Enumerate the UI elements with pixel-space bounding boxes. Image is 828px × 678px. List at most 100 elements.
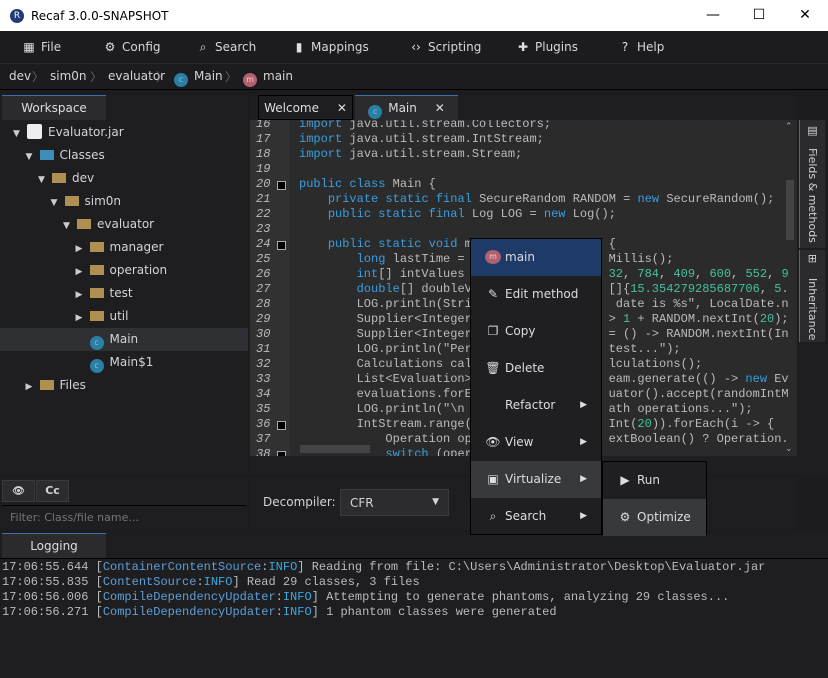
caret-down-icon[interactable]: ▼	[13, 123, 23, 146]
caret-right-icon[interactable]: ▶	[26, 376, 36, 399]
text: INFO	[203, 575, 233, 589]
menu-mappings[interactable]: ▮ Mappings	[292, 40, 369, 54]
menu-help[interactable]: ? Help	[618, 40, 665, 54]
caret-down-icon[interactable]: ▼	[51, 192, 61, 215]
tree-item[interactable]: ▶ util	[0, 305, 248, 328]
caret-right-icon[interactable]: ▶	[76, 307, 86, 330]
menu-item-run[interactable]: ▶ Run	[603, 462, 706, 499]
eye-icon: 👁	[12, 486, 25, 497]
side-tabs: ▤ Fields & methods ⊞ Inheritance	[797, 120, 828, 475]
tree-item[interactable]: c Main$1	[0, 351, 248, 374]
breadcrumb-item[interactable]: m main	[243, 69, 293, 87]
menu-file[interactable]: ▦ File	[22, 40, 61, 54]
menu-search[interactable]: ⌕ Search	[196, 40, 257, 55]
tab-welcome[interactable]: Welcome ✕	[258, 95, 353, 120]
close-button[interactable]: ✕	[782, 0, 828, 31]
code-line-rest: Millis();	[608, 252, 674, 266]
class-icon: c	[89, 336, 104, 350]
menu-config[interactable]: ⚙ Config	[103, 40, 161, 54]
line-gutter: 16 17 18 19 20 21 22 23 24 25 26 27 28 29 30 31 32 33 34 35…	[250, 120, 290, 456]
tree-item[interactable]: ▼ sim0n	[0, 190, 248, 213]
tab-main[interactable]: c Main ✕	[355, 95, 458, 120]
caret-right-icon[interactable]: ▶	[76, 238, 86, 261]
tree-item[interactable]: ▶ operation	[0, 259, 248, 282]
menu-item-refactor[interactable]: Refactor ▶	[471, 387, 601, 424]
text: Plugins	[535, 40, 578, 54]
code-line: double[] doubleV	[356, 282, 472, 296]
menu-item-copy[interactable]: ❐ Copy	[471, 313, 601, 350]
menu-plugins[interactable]: ✚ Plugins	[516, 40, 578, 54]
text: 22	[256, 207, 271, 221]
submenu-arrow-icon: ▶	[580, 511, 587, 521]
menu-item-main[interactable]: m main	[471, 239, 601, 276]
tree-item[interactable]: ▶ test	[0, 282, 248, 305]
fold-toggle[interactable]	[277, 241, 286, 250]
case-sensitive-button[interactable]: Cc	[36, 480, 69, 502]
caret-down-icon[interactable]: ▼	[63, 215, 73, 238]
menu-item-delete[interactable]: 🗑 Delete	[471, 350, 601, 387]
text: Scripting	[428, 40, 482, 54]
text: Files	[59, 378, 86, 392]
text: Read 29 classes, 3 files	[246, 575, 420, 589]
class-icon: c	[368, 105, 383, 119]
text: Fields & methods	[806, 148, 819, 243]
line-number: 35	[250, 402, 290, 417]
fold-toggle[interactable]	[277, 181, 286, 190]
text: ContentSource	[102, 575, 197, 589]
menu-item-edit-method[interactable]: ✎ Edit method	[471, 276, 601, 313]
fold-toggle[interactable]	[277, 421, 286, 430]
log-line: 17:06:55.835 [ContentSource:INFO] Read 2…	[2, 575, 420, 589]
decompiler-select[interactable]: CFR ▼	[340, 489, 449, 516]
text: 24	[256, 237, 271, 251]
text: Run	[637, 473, 661, 487]
menu-item-search[interactable]: ⌕ Search ▶	[471, 498, 601, 535]
caret-down-icon[interactable]: ▼	[26, 146, 36, 169]
minimize-button[interactable]: —	[690, 0, 736, 31]
menu-bar: ▦ File ⚙ Config ⌕ Search ▮ Mappings ‹› Scripting ✚…	[0, 31, 828, 64]
caret-down-icon[interactable]: ▼	[38, 169, 48, 192]
maximize-button[interactable]: ☐	[736, 0, 782, 31]
text: 27	[256, 282, 271, 296]
tree-item[interactable]: c Main	[0, 328, 248, 351]
text: 17:06:55.644	[2, 560, 89, 574]
menu-scripting[interactable]: ‹› Scripting	[409, 40, 481, 54]
text: Classes	[59, 148, 105, 162]
title-bar: R Recaf 3.0.0-SNAPSHOT — ☐ ✕	[0, 0, 828, 31]
text: CompileDependencyUpdater	[102, 605, 276, 619]
tree-item[interactable]: ▶ Files	[0, 374, 248, 397]
folder-icon	[64, 196, 79, 206]
text: 33	[256, 372, 271, 386]
tab-logging[interactable]: Logging	[2, 533, 106, 558]
breadcrumb-item[interactable]: sim0n	[50, 69, 87, 83]
caret-right-icon[interactable]: ▶	[76, 261, 86, 284]
caret-right-icon[interactable]: ▶	[76, 284, 86, 307]
tree-item[interactable]: ▼ dev	[0, 167, 248, 190]
submenu-arrow-icon: ▶	[580, 437, 587, 447]
text: 38	[256, 447, 271, 456]
text: Reading from file: C:\Users\Administrato…	[311, 560, 766, 574]
breadcrumb-item[interactable]: c Main	[174, 69, 223, 87]
tab-workspace[interactable]: Workspace	[2, 95, 106, 120]
files-icon	[39, 380, 54, 390]
fold-toggle[interactable]	[277, 451, 286, 456]
tree-item[interactable]: ▼ evaluator	[0, 213, 248, 236]
code-icon: ‹›	[411, 40, 421, 54]
tree-item[interactable]: ▶ manager	[0, 236, 248, 259]
toggle-hidden-button[interactable]: 👁	[2, 480, 35, 502]
tab-fields-methods[interactable]: ▤ Fields & methods	[799, 120, 825, 248]
tab-inheritance[interactable]: ⊞ Inheritance	[799, 250, 825, 342]
tree-item[interactable]: ▼ Evaluator.jar	[0, 121, 248, 144]
menu-item-view[interactable]: 👁 View ▶	[471, 424, 601, 461]
tree-item[interactable]: ▼ Classes	[0, 144, 248, 167]
text: 36	[256, 417, 271, 431]
folder-icon	[77, 219, 91, 229]
folder-icon	[89, 311, 104, 321]
filter-input[interactable]	[2, 505, 246, 529]
line-number: 29	[250, 312, 290, 327]
close-tab-icon[interactable]: ✕	[337, 101, 347, 115]
menu-item-virtualize[interactable]: ▣ Virtualize ▶	[471, 461, 601, 498]
menu-item-optimize[interactable]: ⚙ Optimize	[603, 499, 706, 536]
close-tab-icon[interactable]: ✕	[435, 101, 445, 115]
hierarchy-icon: ⊞	[806, 254, 819, 264]
breadcrumb-item[interactable]: dev	[9, 69, 31, 83]
